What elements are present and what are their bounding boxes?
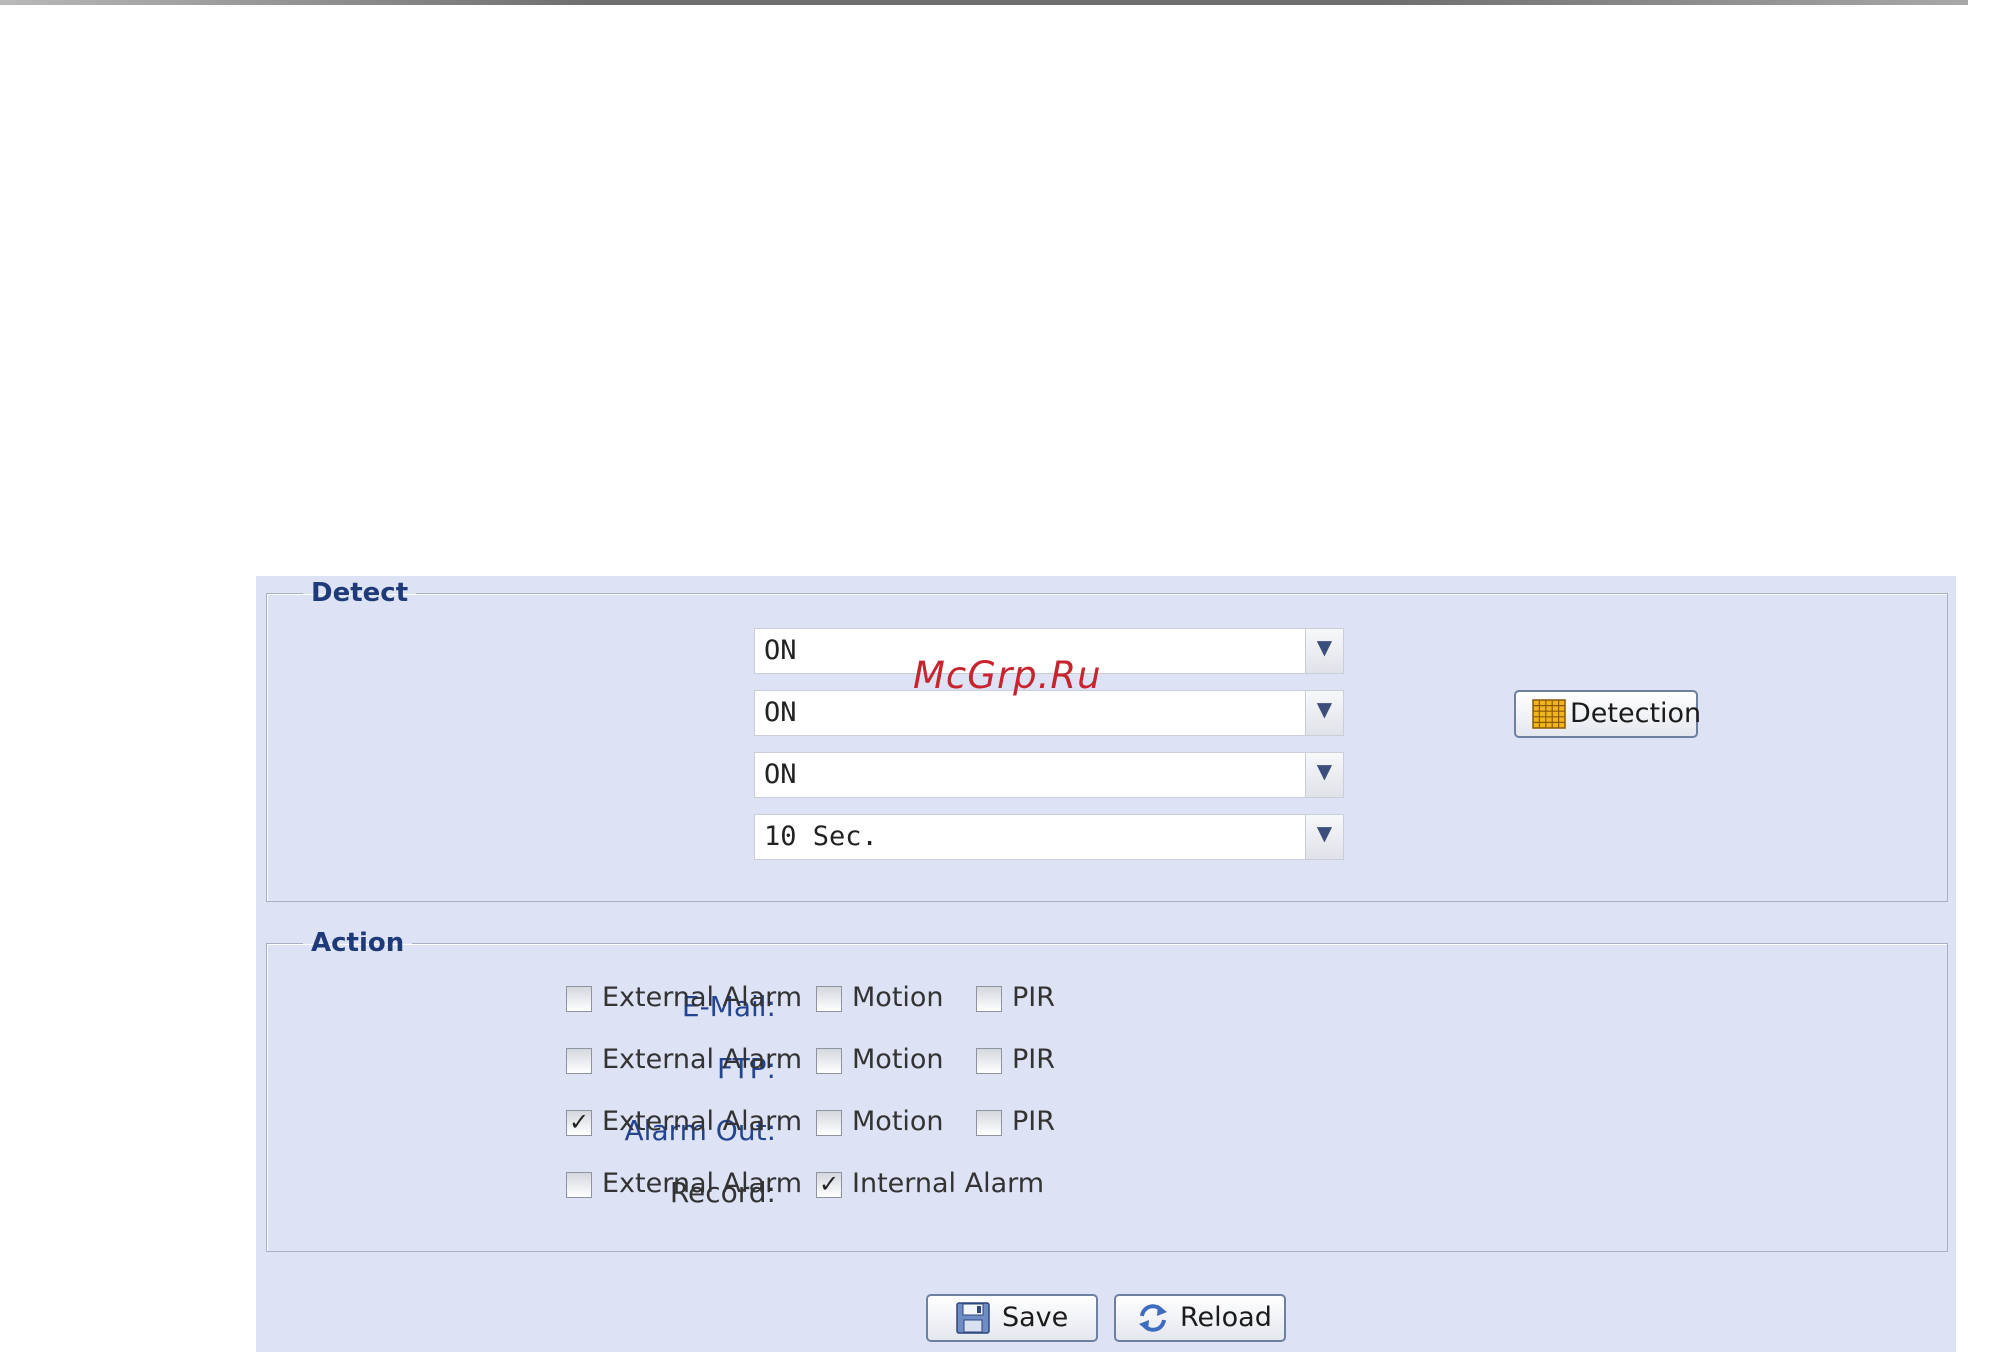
record-internal-alarm-text: Internal Alarm xyxy=(852,1168,1045,1199)
duration-select[interactable]: 10 Sec. ▼ xyxy=(754,814,1344,860)
chevron-down-icon: ▼ xyxy=(1316,821,1333,845)
action-legend: Action xyxy=(311,928,405,958)
ftp-pir-checkbox[interactable] xyxy=(976,1048,1002,1074)
email-external-alarm-text: External Alarm xyxy=(602,982,803,1013)
chevron-down-icon: ▼ xyxy=(1316,759,1333,783)
record-external-alarm-checkbox[interactable] xyxy=(566,1172,592,1198)
settings-panel: Detect External Alarm: ON ▼ Motion: ON ▼… xyxy=(256,576,1956,1352)
grid-icon xyxy=(1532,699,1566,736)
ftp-motion-text: Motion xyxy=(852,1044,944,1075)
email-motion-text: Motion xyxy=(852,982,944,1013)
pir-value: ON xyxy=(764,759,797,790)
ftp-external-alarm-checkbox[interactable] xyxy=(566,1048,592,1074)
chevron-down-icon: ▼ xyxy=(1316,635,1333,659)
alarm-out-motion-checkbox[interactable] xyxy=(816,1110,842,1136)
duration-dropdown-button[interactable]: ▼ xyxy=(1305,815,1343,859)
watermark-text: McGrp.Ru xyxy=(913,654,1102,697)
email-external-alarm-checkbox[interactable] xyxy=(566,986,592,1012)
save-button[interactable]: Save xyxy=(926,1294,1098,1342)
alarm-out-motion-text: Motion xyxy=(852,1106,944,1137)
email-pir-text: PIR xyxy=(1012,982,1056,1013)
pir-dropdown-button[interactable]: ▼ xyxy=(1305,753,1343,797)
checkmark-icon: ✓ xyxy=(819,1170,840,1198)
email-motion-checkbox[interactable] xyxy=(816,986,842,1012)
alarm-out-pir-text: PIR xyxy=(1012,1106,1056,1137)
duration-value: 10 Sec. xyxy=(764,821,878,852)
reload-button-label: Reload xyxy=(1180,1302,1272,1333)
refresh-icon xyxy=(1136,1302,1170,1341)
external-alarm-value: ON xyxy=(764,635,797,666)
alarm-out-external-alarm-checkbox[interactable]: ✓ xyxy=(566,1108,592,1136)
pir-select[interactable]: ON ▼ xyxy=(754,752,1344,798)
detect-legend: Detect xyxy=(311,578,409,608)
chevron-down-icon: ▼ xyxy=(1316,697,1333,721)
save-button-label: Save xyxy=(1002,1302,1069,1333)
detection-button-label: Detection xyxy=(1570,698,1702,729)
alarm-out-external-alarm-text: External Alarm xyxy=(602,1106,803,1137)
reload-button[interactable]: Reload xyxy=(1114,1294,1286,1342)
ftp-motion-checkbox[interactable] xyxy=(816,1048,842,1074)
checkmark-icon: ✓ xyxy=(569,1108,590,1136)
detection-button[interactable]: Detection xyxy=(1514,690,1702,738)
floppy-disk-icon xyxy=(956,1302,990,1341)
ftp-external-alarm-text: External Alarm xyxy=(602,1044,803,1075)
external-alarm-dropdown-button[interactable]: ▼ xyxy=(1305,629,1343,673)
motion-dropdown-button[interactable]: ▼ xyxy=(1305,691,1343,735)
email-pir-checkbox[interactable] xyxy=(976,986,1002,1012)
ftp-pir-text: PIR xyxy=(1012,1044,1056,1075)
alarm-out-pir-checkbox[interactable] xyxy=(976,1110,1002,1136)
top-divider xyxy=(0,0,1968,5)
motion-value: ON xyxy=(764,697,797,728)
record-internal-alarm-checkbox[interactable]: ✓ xyxy=(816,1170,842,1198)
record-external-alarm-text: External Alarm xyxy=(602,1168,803,1199)
